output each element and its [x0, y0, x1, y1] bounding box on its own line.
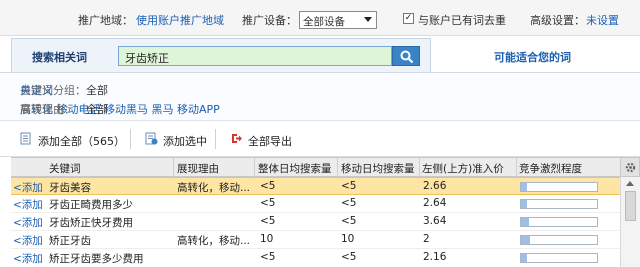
toolbar: 添加全部（565） 添加选中 全部导出	[0, 121, 640, 157]
competition-bar-fill	[521, 236, 531, 244]
table-row[interactable]: <添加 牙齿矫正快牙费用 <5 <5 3.64	[11, 213, 620, 231]
settings-bar: 推广地域： 使用账户推广地域 推广设备： 全部设备 ✓ 与账户已有词去重 高级设…	[0, 0, 640, 36]
device-select-value: 全部设备	[303, 16, 345, 28]
header-mobile-searches[interactable]: 移动日均搜索量	[341, 161, 415, 176]
reason-filter-label: 展现理由：	[20, 103, 75, 116]
total-searches-cell: <5	[260, 180, 276, 192]
column-divider	[516, 158, 517, 177]
mobile-searches-cell: <5	[341, 197, 357, 209]
add-keyword-link[interactable]: <添加	[13, 197, 43, 212]
vertical-scrollbar[interactable]	[620, 177, 640, 267]
table-row[interactable]: <添加 牙齿正畸费用多少 <5 <5 2.64	[11, 195, 620, 213]
column-divider	[337, 158, 338, 177]
reason-filter-row: 展现理由： 全部 高转化 移动电话 移动黑马 黑马 移动APP	[20, 101, 220, 117]
keyword-cell: 矫正牙齿	[49, 235, 91, 247]
add-keyword-link[interactable]: <添加	[13, 233, 43, 248]
competition-bar	[520, 217, 598, 227]
add-selected-label: 添加选中	[163, 135, 207, 148]
keyword-table-body: <添加 牙齿美容 高转化，移动... <5 <5 2.66 <添加 牙齿正畸费用…	[11, 177, 620, 267]
entry-price-cell: 2.66	[423, 180, 447, 192]
search-input[interactable]: 牙齿矫正	[118, 46, 392, 66]
reason-option-mobile-darkhorse[interactable]: 移动黑马	[104, 103, 148, 116]
toolbar-divider	[130, 129, 131, 149]
total-searches-cell: <5	[260, 197, 276, 209]
table-row[interactable]: <添加 矫正牙齿要多少费用 <5 <5 2.16	[11, 249, 620, 267]
total-searches-cell: <5	[260, 215, 276, 227]
competition-bar-fill	[521, 218, 529, 226]
table-header: 关键词 展现理由 整体日均搜索量 移动日均搜索量 左侧(上方)准入价 竞争激烈程…	[11, 157, 620, 177]
add-keyword-link[interactable]: <添加	[13, 251, 43, 266]
column-divider	[254, 158, 255, 177]
group-filter-label: 关键词分组：	[20, 84, 86, 97]
competition-bar	[520, 199, 598, 209]
header-keyword[interactable]: 关键词	[49, 161, 81, 176]
export-icon	[232, 134, 242, 143]
header-reason[interactable]: 展现理由	[177, 161, 219, 176]
entry-price-cell: 2.64	[423, 197, 447, 209]
tab-suggested-words-label: 可能适合您的词	[494, 51, 571, 64]
device-label: 推广设备：	[242, 14, 297, 27]
header-entry-price[interactable]: 左侧(上方)准入价	[422, 161, 504, 176]
competition-bar	[520, 235, 598, 245]
table-row[interactable]: <添加 矫正牙齿 高转化，移动... 10 10 2	[11, 231, 620, 249]
search-button[interactable]	[392, 46, 420, 66]
mobile-searches-cell: <5	[341, 180, 357, 192]
dedupe-label: 与账户已有词去重	[418, 14, 506, 27]
reason-option-mobile-app[interactable]: 移动APP	[177, 103, 220, 116]
region-link[interactable]: 使用账户推广地域	[136, 12, 224, 28]
add-selected-icon	[145, 132, 158, 145]
keyword-cell: 矫正牙齿要多少费用	[49, 253, 144, 265]
total-searches-cell: <5	[260, 251, 276, 263]
scroll-thumb[interactable]	[625, 191, 636, 221]
add-keyword-link[interactable]: <添加	[13, 215, 43, 230]
column-divider	[419, 158, 420, 177]
add-all-label: 添加全部（565）	[38, 135, 125, 148]
dedupe-checkbox[interactable]: ✓	[403, 13, 414, 24]
tab-suggested-words[interactable]: 可能适合您的词	[432, 38, 630, 72]
reason-option-all[interactable]: 全部	[86, 101, 108, 117]
advanced-label: 高级设置：	[530, 14, 585, 27]
export-all-label: 全部导出	[248, 135, 292, 148]
search-icon	[400, 50, 414, 64]
mobile-searches-cell: <5	[341, 215, 357, 227]
total-searches-cell: 10	[260, 233, 274, 245]
reason-cell: 高转化，移动...	[177, 182, 251, 194]
advanced-link[interactable]: 未设置	[586, 12, 619, 28]
entry-price-cell: 2.16	[423, 251, 447, 263]
device-select[interactable]: 全部设备	[299, 11, 377, 29]
competition-bar-fill	[521, 200, 528, 208]
add-keyword-link[interactable]: <添加	[13, 180, 43, 195]
keyword-cell: 牙齿矫正快牙费用	[49, 217, 133, 229]
table-row[interactable]: <添加 牙齿美容 高转化，移动... <5 <5 2.66	[11, 177, 620, 195]
competition-bar-fill	[521, 254, 528, 262]
competition-bar-fill	[521, 183, 528, 191]
reason-option-darkhorse[interactable]: 黑马	[152, 103, 174, 116]
entry-price-cell: 2	[423, 233, 430, 245]
keyword-cell: 牙齿美容	[49, 182, 91, 194]
tab-search-related-label: 搜索相关词	[32, 51, 87, 64]
filter-panel: 关键词分组： 全部 自定义 展现理由： 全部 高转化 移动电话 移动黑马 黑马 …	[0, 73, 640, 121]
toolbar-divider	[215, 129, 216, 149]
competition-bar	[520, 182, 598, 192]
chevron-down-icon	[364, 17, 372, 22]
group-filter-row: 关键词分组： 全部 自定义	[20, 82, 108, 98]
entry-price-cell: 3.64	[423, 215, 447, 227]
scroll-up-icon[interactable]	[626, 181, 634, 186]
column-divider	[173, 158, 174, 177]
tab-search-related[interactable]: 搜索相关词 牙齿矫正	[11, 38, 431, 72]
group-option-all[interactable]: 全部	[86, 82, 108, 98]
column-settings-button[interactable]	[620, 157, 640, 177]
mobile-searches-cell: 10	[341, 233, 355, 245]
region-label: 推广地域：	[78, 14, 133, 27]
keyword-cell: 牙齿正畸费用多少	[49, 199, 133, 211]
gear-icon	[625, 162, 636, 173]
header-total-searches[interactable]: 整体日均搜索量	[258, 161, 332, 176]
header-competition[interactable]: 竞争激烈程度	[519, 161, 582, 176]
add-list-icon	[20, 132, 31, 145]
competition-bar	[520, 253, 598, 263]
mobile-searches-cell: <5	[341, 251, 357, 263]
reason-cell: 高转化，移动...	[177, 235, 251, 247]
